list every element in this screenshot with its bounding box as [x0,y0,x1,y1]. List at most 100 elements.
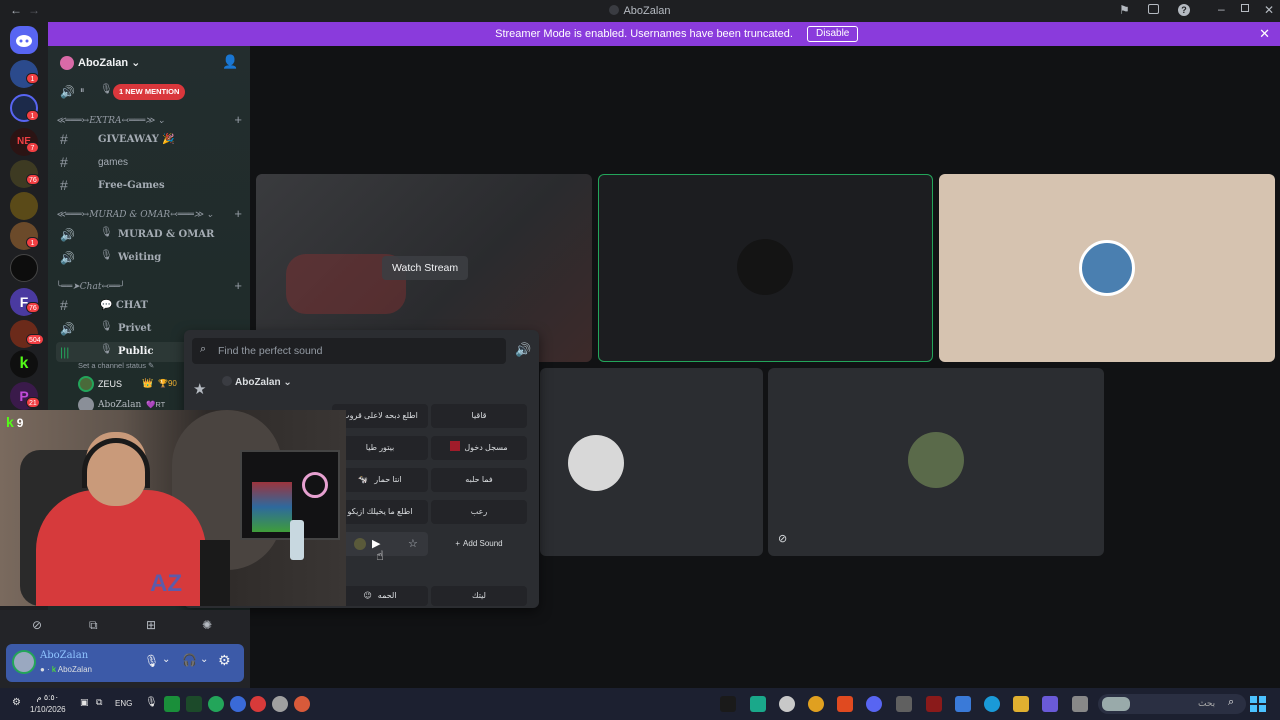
title-bar: ← → AboZalan ⚑ ? – ✕ [0,0,1280,22]
screen-share-icon[interactable]: ⧉ [89,618,98,633]
voice-channel-murad-omar[interactable]: 🔊 🎙 MURAD & OMAR [56,225,242,245]
add-channel-icon[interactable]: + [234,206,242,221]
tray-mic-icon[interactable]: 🎙 [145,697,158,708]
watch-stream-button[interactable]: Watch Stream [382,256,469,280]
sound-button[interactable]: ليتك [431,586,527,606]
sound-button[interactable]: اطلع دبحه لاعلى قروب [332,404,428,428]
taskbar-search[interactable]: بحث ⌕ [1098,694,1246,714]
taskbar-app-icon[interactable] [1042,696,1058,712]
tray-app-icon[interactable] [272,696,288,712]
category-murad[interactable]: ≪═══↣MURAD & OMAR↢═══≫ ⌄ [56,210,242,220]
store-icon[interactable] [955,696,971,712]
tray-app-icon[interactable] [186,696,202,712]
channel-status-prompt[interactable]: Set a channel status ✎ [78,361,154,370]
help-icon[interactable]: ? [1178,4,1190,16]
participant-tile[interactable] [540,368,763,556]
discord-taskbar-icon[interactable] [866,696,882,712]
crown-icon: 👑 [142,378,154,388]
desktop-icon[interactable]: ⧉ [96,697,102,708]
avatar [737,239,793,295]
calendar-icon[interactable]: ▣ [80,697,89,708]
inbox-flag-icon[interactable]: ⚑ [1119,3,1130,17]
category-chat[interactable]: ╰══➤Chat↢══╯ [56,282,242,292]
participant-tile[interactable]: ⊘ [768,368,1104,556]
voice-channel-muted[interactable]: 🔊 ⏸ 🎙 1 NEW MENTION [56,82,242,102]
channel-chat[interactable]: # 💬 CHAT [56,296,242,316]
taskbar-app-icon[interactable] [720,696,736,712]
tray-app-icon[interactable] [164,696,180,712]
server-icon-5[interactable] [10,192,38,220]
user-panel: ⊘ ⧉ ⊞ ✺ AboZalan ● · k AboZalan 🎙 ⌄ 🎧 ⌄ … [0,610,250,688]
taskbar-app-icon[interactable] [896,696,912,712]
tray-app-icon[interactable] [250,696,266,712]
taskbar-app-icon[interactable] [926,696,942,712]
sound-button[interactable]: اطلع ما يخيلك ازيكو [332,500,428,524]
participant-tile-speaking[interactable] [598,174,933,362]
channel-label: Free-Games [98,180,165,191]
new-mention-pill[interactable]: 1 NEW MENTION [113,84,186,100]
favorites-star-icon[interactable]: ★ [193,380,206,398]
channel-free-games[interactable]: # Free-Games [56,176,242,196]
taskbar: ⚙ ٥:٥٠ م 1/10/2026 ▣ ⧉ ENG 🎙 بحث ⌕ [0,688,1280,720]
edge-icon[interactable] [984,696,1000,712]
streamer-mode-banner: Streamer Mode is enabled. Usernames have… [48,22,1280,46]
sound-search-input[interactable]: ⌕ Find the perfect sound [192,338,506,364]
server-icon-7[interactable] [10,254,38,282]
soundboard-server-header[interactable]: AboZalan ⌄ [222,376,292,388]
tray-app-icon[interactable] [294,696,310,712]
minimize-icon[interactable]: – [1218,2,1225,16]
windows-start-icon[interactable] [1250,696,1266,712]
activities-icon[interactable]: ⊞ [146,618,156,632]
volume-icon[interactable]: 🔊 [515,342,531,358]
avatar[interactable] [12,650,36,674]
server-badge: 1 [26,110,39,121]
camera-off-icon[interactable]: ⊘ [32,618,42,632]
file-explorer-icon[interactable] [1013,696,1029,712]
language-indicator[interactable]: ENG [115,699,132,708]
add-sound-button[interactable]: + Add Sound [431,532,527,556]
favorite-star-icon[interactable]: ☆ [408,532,418,556]
headphones-icon[interactable]: 🎧 [182,653,197,667]
sound-button[interactable]: 🐄 انتا حمار [332,468,428,492]
speaker-icon: 🔊 [60,228,75,242]
participant-tile[interactable] [939,174,1275,362]
channel-giveaway[interactable]: # GIVEAWAY 🎉 [56,130,242,150]
taskbar-clock[interactable]: ٥:٥٠ م 1/10/2026 [30,692,66,716]
kick-server-icon[interactable]: k [10,350,38,378]
hash-icon: # [60,297,68,313]
chevron-down-icon[interactable]: ⌄ [162,654,170,665]
chevron-down-icon[interactable]: ⌄ [200,654,208,665]
hash-icon: # [60,177,68,193]
microphone-icon[interactable]: 🎙 [144,654,159,668]
sound-button[interactable]: 😉 الحمه [332,586,428,606]
sound-button[interactable]: قاقيا [431,404,527,428]
tray-app-icon[interactable] [230,696,246,712]
category-extra[interactable]: ≪═══↣EXTRA↢═══≫ ⌄ [56,116,242,126]
server-name-header[interactable]: AboZalan ⌄ [78,56,140,69]
sound-button[interactable]: فما حلبه [431,468,527,492]
maximize-icon[interactable] [1241,4,1249,12]
tray-app-icon[interactable] [208,696,224,712]
chrome-icon[interactable] [808,696,824,712]
close-banner-icon[interactable]: ✕ [1259,26,1270,42]
add-channel-icon[interactable]: + [234,112,242,127]
discord-home-icon[interactable] [10,26,38,54]
sound-button[interactable]: رعب [431,500,527,524]
account-username[interactable]: AboZalan [40,650,88,661]
soundboard-icon[interactable]: ✺ [202,618,212,632]
channel-games[interactable]: # games [56,153,242,173]
notification-icon[interactable]: ⚙ [12,697,21,708]
add-channel-icon[interactable]: + [234,278,242,293]
sound-button[interactable]: بيتور طيا [332,436,428,460]
voice-channel-weiting[interactable]: 🔊 🎙 Weiting [56,248,242,268]
taskbar-app-icon[interactable] [1072,696,1088,712]
sound-button[interactable]: مسجل دخول [431,436,527,460]
taskbar-app-icon[interactable] [750,696,766,712]
disable-button[interactable]: Disable [807,26,859,42]
settings-gear-icon[interactable]: ⚙ [218,652,231,669]
close-window-icon[interactable]: ✕ [1264,3,1274,17]
screen-icon[interactable] [1148,4,1159,14]
steam-icon[interactable] [779,696,795,712]
brave-icon[interactable] [837,696,853,712]
add-member-icon[interactable]: 👤 [222,54,238,70]
